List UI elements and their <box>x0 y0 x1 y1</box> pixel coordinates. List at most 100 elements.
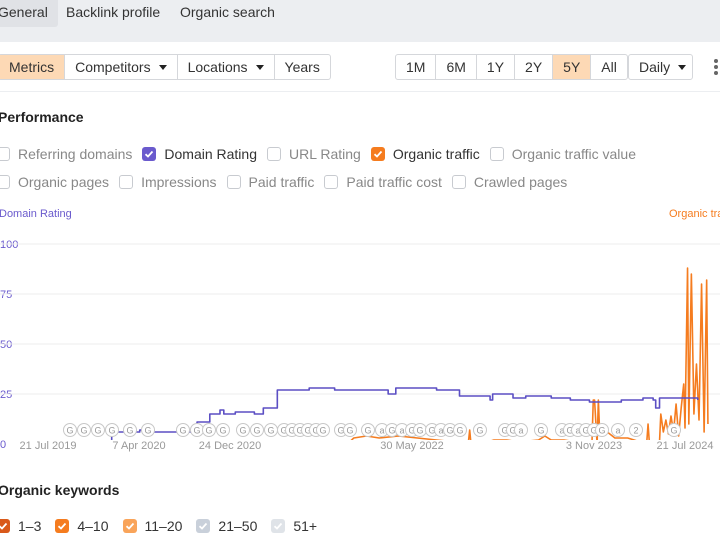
annotation-marker[interactable]: G <box>123 423 137 437</box>
tab-general[interactable]: General <box>0 0 58 27</box>
annotation-marker[interactable]: G <box>176 423 190 437</box>
annotation-marker[interactable]: G <box>216 423 230 437</box>
range-2y-button[interactable]: 2Y <box>515 55 554 79</box>
caret-down-icon <box>255 64 264 70</box>
range-5y-button[interactable]: 5Y <box>553 55 592 79</box>
annotation-marker[interactable]: G <box>361 423 375 437</box>
annotation-marker[interactable]: G <box>595 423 609 437</box>
annotation-marker[interactable]: G <box>534 423 548 437</box>
x-tick-label: 30 May 2022 <box>380 440 444 452</box>
annotation-marker[interactable]: G <box>343 423 357 437</box>
annotation-marker[interactable]: G <box>264 423 278 437</box>
annotation-marker[interactable]: G <box>77 423 91 437</box>
x-tick-label: 3 Nov 2023 <box>565 440 623 452</box>
annotation-marker[interactable]: G <box>236 423 250 437</box>
checkbox-label: Domain Rating <box>164 146 257 162</box>
top-nav-bar: General Backlink profile Organic search <box>0 0 720 42</box>
keyword-range-label: 51+ <box>293 518 318 534</box>
checkmark-icon <box>0 519 10 533</box>
range-1y-button[interactable]: 1Y <box>477 55 516 79</box>
tab-backlink-profile[interactable]: Backlink profile <box>56 0 170 27</box>
annotation-marker[interactable]: a <box>514 423 528 437</box>
svg-text:G: G <box>108 426 115 436</box>
crawled-pages-checkbox[interactable]: Crawled pages <box>451 174 568 190</box>
svg-text:a: a <box>518 426 523 436</box>
interval-dropdown[interactable]: Daily <box>628 54 693 80</box>
keyword-range-checkbox[interactable]: 21–50 <box>196 518 257 534</box>
keyword-range-checkbox[interactable]: 1–3 <box>0 518 41 534</box>
checkbox-box <box>489 147 504 161</box>
organic-traffic-checkbox[interactable]: Organic traffic <box>370 146 480 162</box>
annotation-marker[interactable]: G <box>473 423 487 437</box>
annotation-marker[interactable]: G <box>413 423 427 437</box>
range-all-button[interactable]: All <box>591 55 627 79</box>
paid-traffic-checkbox[interactable]: Paid traffic <box>226 174 314 190</box>
svg-text:G: G <box>94 426 101 436</box>
x-tick-label: 21 Jul 2024 <box>656 440 714 452</box>
interval-label: Daily <box>639 59 671 75</box>
keyword-range-label: 11–20 <box>144 518 183 534</box>
metrics-row-1: Referring domains Domain Rating URL Rati… <box>0 145 646 163</box>
checkmark-icon <box>271 519 286 533</box>
domain-rating-checkbox[interactable]: Domain Rating <box>142 146 257 162</box>
annotation-marker[interactable]: G <box>141 423 155 437</box>
svg-text:G: G <box>219 426 226 436</box>
svg-text:G: G <box>319 426 326 436</box>
annotation-marker[interactable]: G <box>316 423 330 437</box>
checkmark-icon <box>196 519 211 533</box>
svg-text:G: G <box>267 426 274 436</box>
tab-organic-search[interactable]: Organic search <box>170 0 285 27</box>
annotation-marker[interactable]: G <box>190 423 204 437</box>
keyword-range-checkbox[interactable]: 4–10 <box>55 518 109 534</box>
left-axis-label: Domain Rating <box>0 208 72 220</box>
annotation-marker[interactable]: G <box>667 423 681 437</box>
range-button-group: 1M 6M 1Y 2Y 5Y All <box>395 54 628 80</box>
referring-domains-checkbox[interactable]: Referring domains <box>0 146 132 162</box>
keyword-range-checkbox[interactable]: 11–20 <box>122 518 183 534</box>
organic-keywords-title: Organic keywords <box>0 482 120 498</box>
organic-pages-checkbox[interactable]: Organic pages <box>0 174 109 190</box>
svg-text:G: G <box>193 426 200 436</box>
checkbox-label: Impressions <box>141 174 217 190</box>
keyword-range-label: 4–10 <box>77 518 109 534</box>
competitors-dropdown[interactable]: Competitors <box>65 55 178 79</box>
more-options-icon[interactable] <box>714 59 720 75</box>
url-rating-checkbox[interactable]: URL Rating <box>267 146 361 162</box>
annotation-marker[interactable]: G <box>453 423 467 437</box>
svg-text:a: a <box>438 426 443 436</box>
svg-text:G: G <box>253 426 260 436</box>
checkbox-box <box>324 175 339 189</box>
metrics-button[interactable]: Metrics <box>0 55 66 79</box>
impressions-checkbox[interactable]: Impressions <box>119 174 217 190</box>
svg-text:G: G <box>66 426 73 436</box>
annotation-marker[interactable]: a <box>611 423 625 437</box>
performance-title: Performance <box>0 109 84 125</box>
checkbox-label: URL Rating <box>289 146 361 162</box>
annotation-marker[interactable]: 2 <box>629 423 643 437</box>
annotation-marker[interactable]: G <box>63 423 77 437</box>
range-6m-button[interactable]: 6M <box>436 55 477 79</box>
annotation-marker[interactable]: G <box>105 423 119 437</box>
years-button[interactable]: Years <box>275 55 330 79</box>
checkbox-label: Crawled pages <box>473 174 568 190</box>
checkbox-box <box>226 175 241 189</box>
checkmark-icon <box>122 519 137 533</box>
competitors-label: Competitors <box>75 59 151 75</box>
range-1m-button[interactable]: 1M <box>396 55 437 79</box>
locations-dropdown[interactable]: Locations <box>178 55 275 79</box>
svg-text:G: G <box>205 426 212 436</box>
paid-traffic-cost-checkbox[interactable]: Paid traffic cost <box>324 174 442 190</box>
svg-text:G: G <box>126 426 133 436</box>
keyword-range-label: 1–3 <box>18 518 42 534</box>
annotation-marker[interactable]: G <box>202 423 216 437</box>
svg-text:G: G <box>456 426 463 436</box>
x-tick-label: 21 Jul 2019 <box>19 440 77 452</box>
x-tick-label: 7 Apr 2020 <box>112 440 166 452</box>
organic-traffic-value-checkbox[interactable]: Organic traffic value <box>489 146 636 162</box>
annotation-marker[interactable]: G <box>250 423 264 437</box>
checkbox-box <box>119 175 134 189</box>
keyword-range-checkbox[interactable]: 51+ <box>271 518 317 534</box>
toolbar-divider <box>0 91 720 92</box>
performance-chart[interactable]: GGGGGGGGGGGGGGGGGGGGGGaGaGGGaGGGGGaGaGaG… <box>0 220 720 440</box>
annotation-marker[interactable]: G <box>91 423 105 437</box>
